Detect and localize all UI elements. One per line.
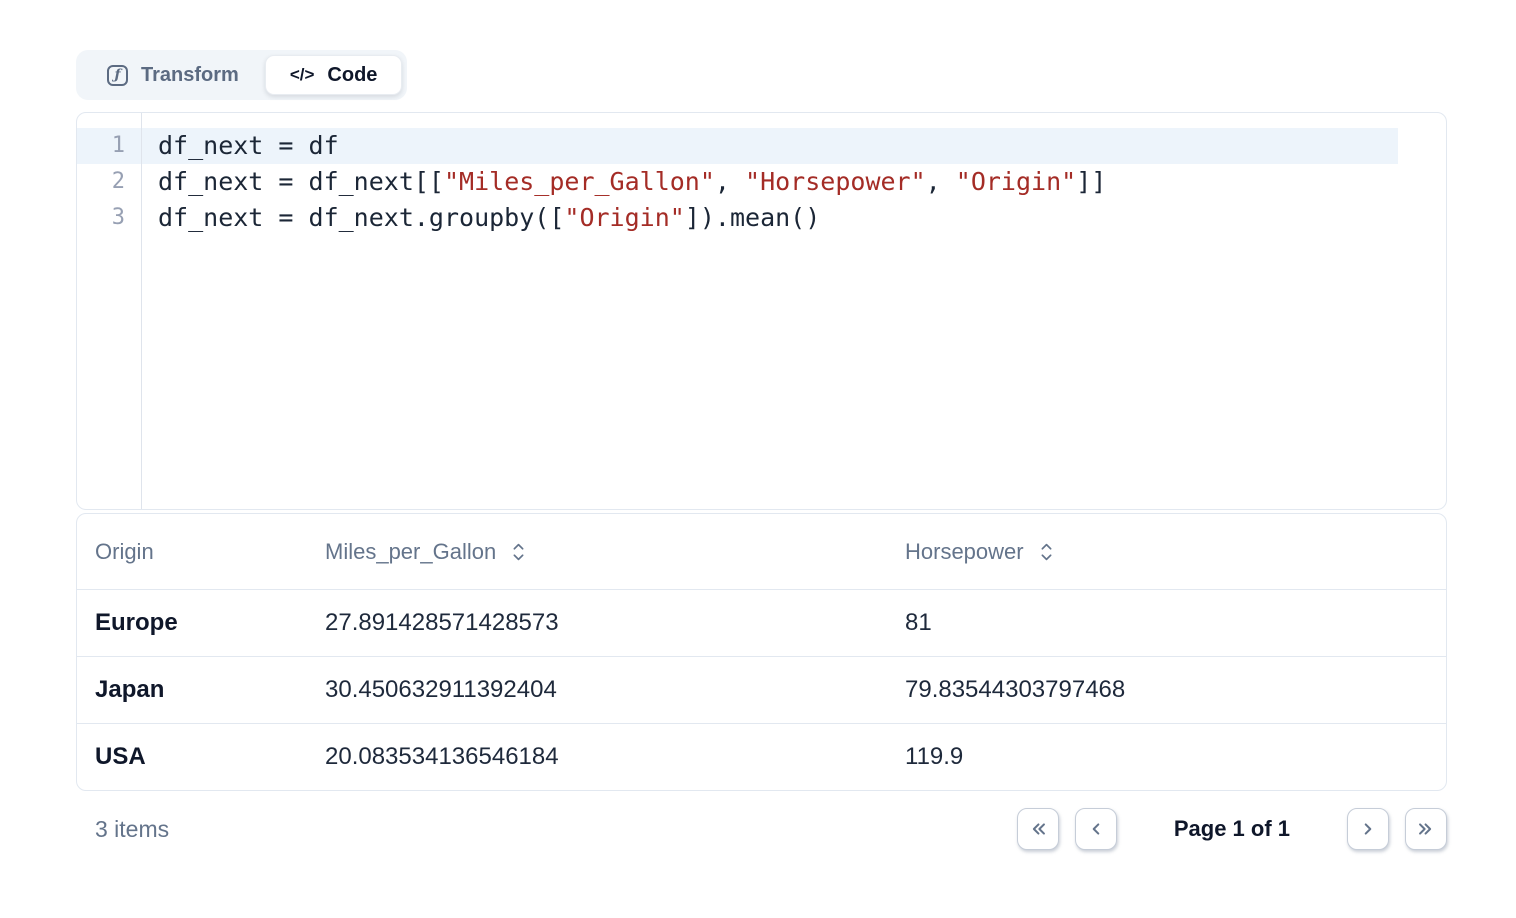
sort-arrows-icon[interactable] — [1039, 540, 1054, 564]
code-line[interactable]: df_next = df_next.groupby(["Origin"]).me… — [158, 200, 1446, 236]
line-number-gutter: 123 — [77, 113, 142, 509]
first-page-button[interactable] — [1017, 808, 1059, 850]
table-row: Europe27.89142857142857381 — [77, 589, 1446, 656]
code-token: ]).mean() — [685, 203, 820, 232]
previous-page-button[interactable] — [1075, 808, 1117, 850]
last-page-button[interactable] — [1405, 808, 1447, 850]
cell-miles-per-gallon: 27.891428571428573 — [325, 609, 905, 637]
string-token: "Miles_per_Gallon" — [444, 167, 715, 196]
result-table: OriginMiles_per_GallonHorsepower Europe2… — [76, 513, 1447, 791]
table-footer: 3 items Page 1 of 1 — [76, 807, 1447, 851]
line-number: 2 — [77, 164, 141, 200]
chevron-left-icon — [1085, 818, 1107, 840]
string-token: "Origin" — [564, 203, 684, 232]
code-line[interactable]: df_next = df — [158, 128, 1446, 164]
column-header-label: Horsepower — [905, 539, 1024, 565]
table-row: Japan30.45063291139240479.83544303797468 — [77, 656, 1446, 723]
function-icon: ƒ — [107, 65, 128, 86]
chevron-right-icon — [1357, 818, 1379, 840]
double-chevron-right-icon — [1415, 818, 1437, 840]
tab-transform-label: Transform — [141, 64, 239, 87]
cell-origin: USA — [77, 743, 325, 771]
code-token: , — [926, 167, 956, 196]
dataframe-widget: ƒ Transform </> Code 123 df_next = dfdf_… — [0, 0, 1516, 851]
tab-code-label: Code — [327, 64, 377, 87]
code-area[interactable]: df_next = df df_next = df_next[["Miles_pe… — [142, 113, 1446, 509]
next-page-button[interactable] — [1347, 808, 1389, 850]
cell-origin: Europe — [77, 609, 325, 637]
string-token: "Horsepower" — [745, 167, 926, 196]
code-editor[interactable]: 123 df_next = df df_next = df_next[["Mile… — [76, 112, 1447, 510]
items-count: 3 items — [95, 816, 169, 843]
table-row: USA20.083534136546184119.9 — [77, 723, 1446, 790]
column-header-origin: Origin — [77, 539, 325, 565]
cell-miles-per-gallon: 20.083534136546184 — [325, 743, 905, 771]
column-header-label: Origin — [95, 539, 154, 565]
cell-horsepower: 79.83544303797468 — [905, 676, 1446, 704]
tab-code[interactable]: </> Code — [265, 55, 403, 95]
code-brackets-icon: </> — [290, 65, 315, 85]
page-indicator: Page 1 of 1 — [1174, 816, 1290, 842]
column-header-horsepower[interactable]: Horsepower — [905, 539, 1446, 565]
code-token: df_next = df_next.groupby([ — [158, 203, 564, 232]
code-token: , — [715, 167, 745, 196]
string-token: "Origin" — [956, 167, 1076, 196]
code-token: ]] — [1076, 167, 1106, 196]
sort-arrows-icon[interactable] — [511, 540, 526, 564]
cell-origin: Japan — [77, 676, 325, 704]
tab-transform[interactable]: ƒ Transform — [81, 55, 265, 95]
view-tabbar: ƒ Transform </> Code — [76, 50, 407, 100]
pagination: Page 1 of 1 — [1017, 808, 1447, 850]
line-number: 1 — [77, 128, 141, 164]
column-header-miles_per_gallon[interactable]: Miles_per_Gallon — [325, 539, 905, 565]
cell-miles-per-gallon: 30.450632911392404 — [325, 676, 905, 704]
cell-horsepower: 81 — [905, 609, 1446, 637]
cell-horsepower: 119.9 — [905, 743, 1446, 771]
column-header-label: Miles_per_Gallon — [325, 539, 496, 565]
table-header-row: Origin Miles_per_Gallon Horsepower — [77, 514, 1446, 589]
double-chevron-left-icon — [1027, 818, 1049, 840]
table-body: Europe27.89142857142857381Japan30.450632… — [77, 589, 1446, 790]
code-line[interactable]: df_next = df_next[["Miles_per_Gallon", "… — [158, 164, 1446, 200]
code-token: df_next = df_next[[ — [158, 167, 444, 196]
line-number: 3 — [77, 200, 141, 236]
code-token: df_next = df — [158, 131, 339, 160]
